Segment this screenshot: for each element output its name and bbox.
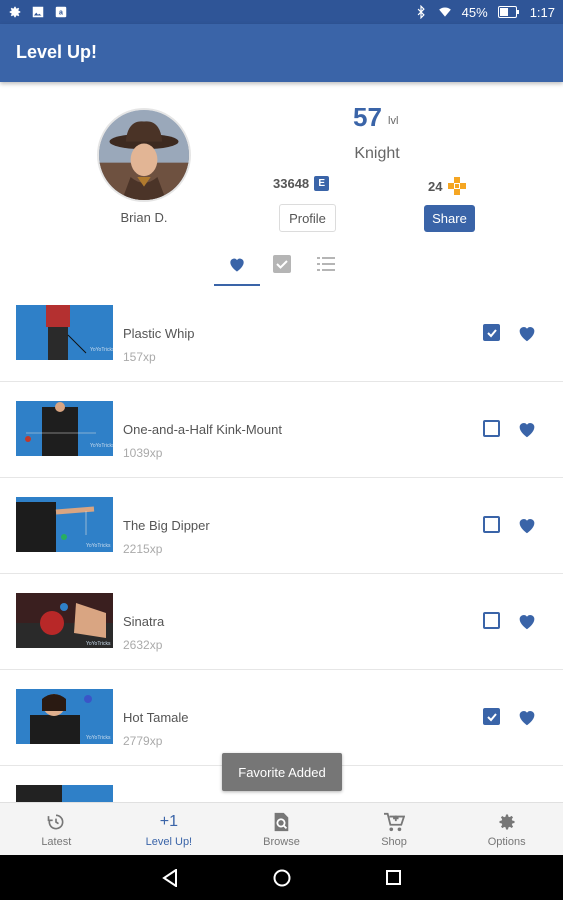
trick-name: One-and-a-Half Kink-Mount (123, 422, 282, 437)
toast-message: Favorite Added (222, 753, 342, 791)
completed-checkbox[interactable] (483, 612, 500, 629)
xp-total-value: 33648 (273, 176, 310, 191)
svg-text:YoYoTricks: YoYoTricks (86, 641, 111, 647)
trick-name: Hot Tamale (123, 710, 189, 725)
browse-icon (275, 812, 289, 831)
system-nav-bar (0, 855, 563, 900)
trick-xp: 2215xp (123, 542, 163, 556)
trick-xp: 2632xp (123, 638, 163, 652)
settings-icon (9, 6, 21, 18)
trick-thumbnail[interactable] (16, 785, 113, 802)
trick-thumbnail[interactable]: YoYoTricks (16, 689, 113, 744)
nav-shop[interactable]: Shop (338, 803, 451, 855)
trick-xp: 1039xp (123, 446, 163, 460)
home-icon[interactable] (273, 869, 291, 887)
favorite-heart-icon[interactable] (516, 610, 538, 632)
svg-text:YoYoTricks: YoYoTricks (86, 735, 111, 741)
nav-label: Browse (263, 835, 300, 848)
trick-name: Sinatra (123, 614, 165, 629)
trick-thumbnail[interactable]: YoYoTricks (16, 497, 113, 552)
clock: 1:17 (529, 4, 555, 20)
trick-xp: 157xp (123, 350, 156, 364)
profile-button[interactable]: Profile (279, 204, 336, 232)
level-unit: lvl (388, 115, 399, 127)
completed-checkbox[interactable] (483, 708, 500, 725)
tab-list[interactable] (314, 252, 338, 276)
completed-checkbox[interactable] (483, 420, 500, 437)
trick-thumbnail[interactable]: YoYoTricks (16, 305, 113, 360)
favorite-heart-icon[interactable] (516, 418, 538, 440)
bottom-nav: Latest +1 Level Up! Browse Shop Options (0, 802, 563, 855)
heart-icon (230, 258, 244, 272)
list-icon (317, 257, 335, 271)
checkmark-icon (486, 328, 497, 337)
cart-icon (384, 812, 406, 831)
trick-list[interactable]: YoYoTricks Plastic Whip 157xp YoYoTricks… (0, 286, 563, 802)
checkmark-icon (486, 712, 497, 721)
svg-text:YoYoTricks: YoYoTricks (86, 543, 111, 549)
completed-checkbox[interactable] (483, 324, 500, 341)
nav-browse[interactable]: Browse (225, 803, 338, 855)
trick-thumbnail[interactable]: YoYoTricks (16, 401, 113, 456)
svg-text:YoYoTricks: YoYoTricks (90, 347, 113, 353)
rank-title: Knight (354, 145, 400, 162)
back-icon[interactable] (162, 868, 178, 887)
nav-options[interactable]: Options (450, 803, 563, 855)
nav-label: Options (487, 835, 526, 848)
xp-total: 33648 E (273, 176, 330, 191)
xp-badge-icon: E (314, 176, 330, 191)
wifi-icon (438, 7, 451, 17)
trick-name: Plastic Whip (123, 326, 195, 341)
avatar[interactable] (97, 108, 191, 202)
user-name: Brian D. (120, 210, 168, 225)
bluetooth-icon (417, 5, 425, 19)
plus-one-icon: +1 (159, 812, 179, 830)
tab-favorites[interactable] (225, 252, 249, 276)
trick-name: The Big Dipper (123, 518, 210, 533)
nav-label: Level Up! (145, 835, 193, 848)
app-bar: Level Up! (0, 24, 563, 82)
completed-checkbox[interactable] (483, 516, 500, 533)
favorite-heart-icon[interactable] (516, 322, 538, 344)
nav-label: Shop (381, 835, 407, 848)
favorite-heart-icon[interactable] (516, 514, 538, 536)
trick-thumbnail[interactable]: YoYoTricks (16, 593, 113, 648)
battery-percent: 45% (461, 4, 488, 20)
points-plus-icon (448, 177, 467, 195)
list-item[interactable]: YoYoTricks Hot Tamale 2779xp (0, 670, 563, 766)
tab-completed[interactable] (270, 252, 294, 276)
svg-text:a: a (59, 9, 63, 16)
gear-icon (499, 814, 515, 829)
amazon-icon: a (55, 6, 67, 18)
points-total: 24 (428, 176, 467, 196)
list-item[interactable]: YoYoTricks The Big Dipper 2215xp (0, 478, 563, 574)
checkbox-icon (273, 255, 291, 273)
nav-latest[interactable]: Latest (0, 803, 113, 855)
trick-xp: 2779xp (123, 734, 163, 748)
refresh-clock-icon (47, 814, 64, 829)
favorite-heart-icon[interactable] (516, 706, 538, 728)
recents-icon[interactable] (386, 870, 401, 885)
share-button[interactable]: Share (424, 205, 475, 232)
image-icon (32, 6, 44, 18)
points-value: 24 (428, 178, 443, 194)
app-title: Level Up! (16, 42, 98, 62)
status-bar: a 45% 1:17 (0, 0, 563, 24)
list-item[interactable]: YoYoTricks One-and-a-Half Kink-Mount 103… (0, 382, 563, 478)
nav-level-up[interactable]: +1 Level Up! (113, 803, 226, 855)
list-item[interactable]: YoYoTricks Plastic Whip 157xp (0, 286, 563, 382)
list-item[interactable]: YoYoTricks Sinatra 2632xp (0, 574, 563, 670)
battery-icon (497, 6, 519, 18)
svg-text:YoYoTricks: YoYoTricks (90, 443, 113, 449)
nav-label: Latest (41, 835, 72, 848)
level-number: 57 (353, 102, 382, 132)
